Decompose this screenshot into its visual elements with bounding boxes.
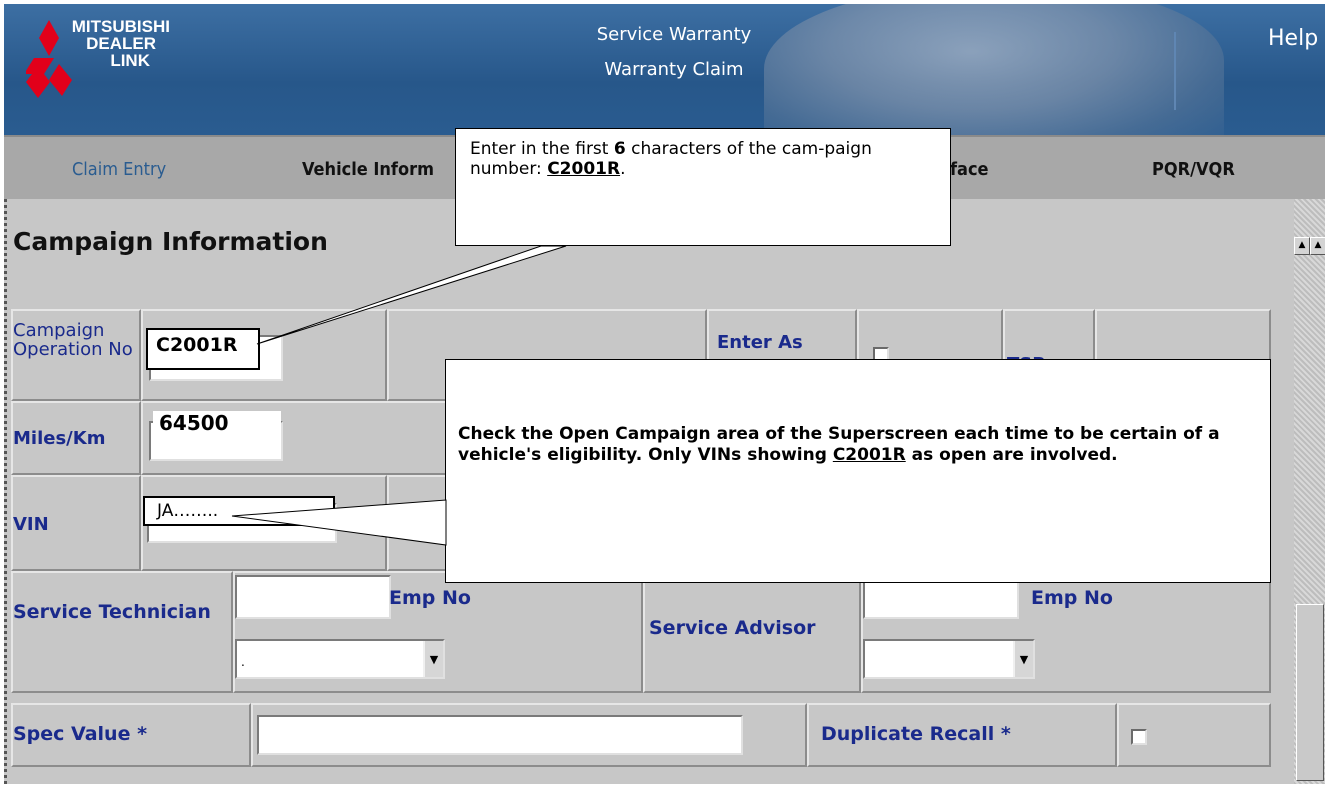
spec-value-label: Spec Value * bbox=[13, 723, 148, 745]
logo-text: MITSUBISHI DEALER LINK bbox=[70, 18, 170, 69]
scroll-thumb[interactable] bbox=[1296, 604, 1324, 781]
logo-line-3: LINK bbox=[110, 51, 150, 70]
logo-line-2: DEALER bbox=[86, 34, 156, 53]
service-technician-emp-input[interactable] bbox=[235, 575, 391, 619]
service-advisor-select[interactable]: ▼ bbox=[863, 639, 1035, 679]
miles-value-overlay: 64500 bbox=[153, 411, 281, 437]
scroll-up-arrow-icon[interactable]: ▲ bbox=[1310, 237, 1325, 255]
service-technician-emp-no-label: Emp No bbox=[389, 587, 471, 609]
help-link[interactable]: Help bbox=[1268, 26, 1318, 51]
miles-km-label: Miles/Km bbox=[13, 428, 106, 449]
callout-open-campaign-check: Check the Open Campaign area of the Supe… bbox=[445, 359, 1271, 583]
campaign-operation-label: Campaign Operation No bbox=[13, 320, 133, 360]
callout-top-text-1: Enter in the first bbox=[470, 139, 614, 159]
car-banner-image bbox=[764, 4, 1224, 135]
service-technician-select[interactable]: . ▼ bbox=[235, 639, 445, 679]
duplicate-recall-label: Duplicate Recall * bbox=[821, 723, 1011, 745]
service-technician-label-cell bbox=[11, 571, 233, 693]
enter-as-label: Enter As bbox=[717, 332, 803, 353]
campaign-value-overlay: C2001R bbox=[146, 328, 260, 370]
chevron-down-icon: ▼ bbox=[1013, 641, 1033, 677]
callout-bottom-end: as open are involved. bbox=[905, 445, 1118, 465]
section-title: Campaign Information bbox=[13, 227, 328, 256]
callout-top-end: . bbox=[620, 159, 626, 179]
service-technician-label: Service Technician bbox=[13, 601, 211, 623]
header-divider bbox=[1174, 32, 1176, 110]
mitsubishi-logo-icon bbox=[26, 20, 72, 98]
callout-top-bold: 6 bbox=[613, 139, 626, 159]
callout-enter-campaign-number: Enter in the first 6 characters of the c… bbox=[455, 128, 951, 246]
header-banner: MITSUBISHI DEALER LINK Service Warranty … bbox=[4, 4, 1325, 135]
callout-bottom-code: C2001R bbox=[832, 445, 906, 465]
service-advisor-emp-no-label: Emp No bbox=[1031, 587, 1113, 609]
scroll-up-arrow-icon[interactable]: ▲ bbox=[1294, 237, 1310, 255]
duplicate-recall-checkbox[interactable] bbox=[1131, 729, 1147, 745]
page-title-warranty-claim: Warranty Claim bbox=[604, 59, 744, 80]
spec-value-input[interactable] bbox=[257, 715, 743, 755]
logo-line-1: MITSUBISHI bbox=[71, 17, 170, 36]
tab-claim-entry[interactable]: Claim Entry bbox=[72, 159, 166, 180]
tab-pqr-vqr[interactable]: PQR/VQR bbox=[1152, 159, 1235, 180]
vin-value-overlay: JA…….. bbox=[143, 496, 335, 526]
service-advisor-label: Service Advisor bbox=[649, 617, 816, 639]
tab-vehicle-information[interactable]: Vehicle Inform bbox=[302, 159, 434, 180]
page-title-service-warranty: Service Warranty bbox=[596, 24, 752, 45]
app-window: MITSUBISHI DEALER LINK Service Warranty … bbox=[4, 4, 1325, 784]
scrollbar[interactable]: ▲ ▲ bbox=[1294, 199, 1325, 784]
chevron-down-icon: ▼ bbox=[423, 641, 443, 677]
service-technician-select-value: . bbox=[241, 655, 245, 669]
callout-top-code: C2001R bbox=[547, 159, 621, 179]
vin-label: VIN bbox=[13, 514, 49, 535]
